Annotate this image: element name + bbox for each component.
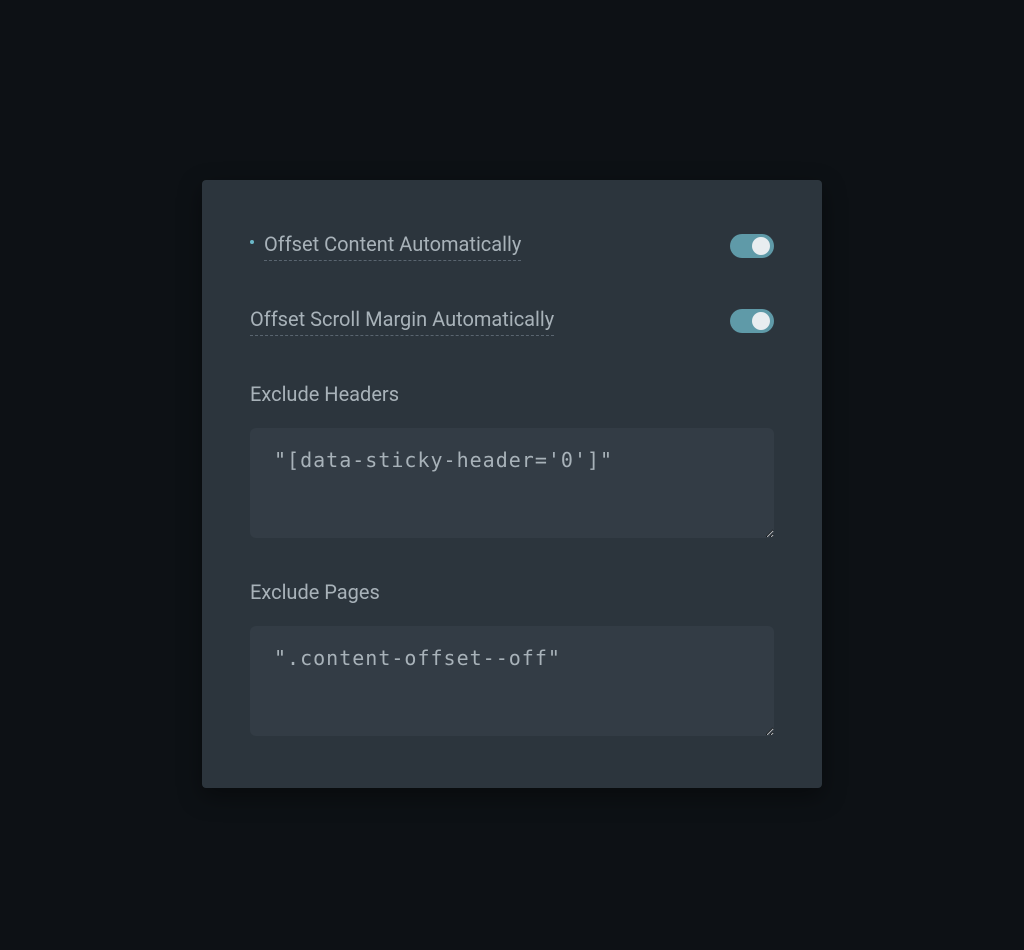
toggle-knob-icon	[752, 312, 770, 330]
label-wrap: Offset Content Automatically	[250, 230, 521, 261]
offset-scroll-margin-toggle[interactable]	[730, 309, 774, 333]
exclude-headers-input[interactable]	[250, 428, 774, 538]
toggle-knob-icon	[752, 237, 770, 255]
label-wrap: Offset Scroll Margin Automatically	[250, 305, 554, 336]
exclude-pages-input[interactable]	[250, 626, 774, 736]
settings-panel: Offset Content Automatically Offset Scro…	[202, 180, 822, 788]
offset-scroll-margin-label: Offset Scroll Margin Automatically	[250, 305, 554, 336]
offset-content-label: Offset Content Automatically	[264, 230, 521, 261]
exclude-headers-group: Exclude Headers	[250, 380, 774, 542]
bullet-indicator-icon	[250, 240, 254, 244]
exclude-pages-label: Exclude Pages	[250, 578, 774, 606]
offset-content-row: Offset Content Automatically	[250, 230, 774, 261]
offset-content-toggle[interactable]	[730, 234, 774, 258]
exclude-pages-group: Exclude Pages	[250, 578, 774, 740]
offset-scroll-margin-row: Offset Scroll Margin Automatically	[250, 305, 774, 336]
exclude-headers-label: Exclude Headers	[250, 380, 774, 408]
